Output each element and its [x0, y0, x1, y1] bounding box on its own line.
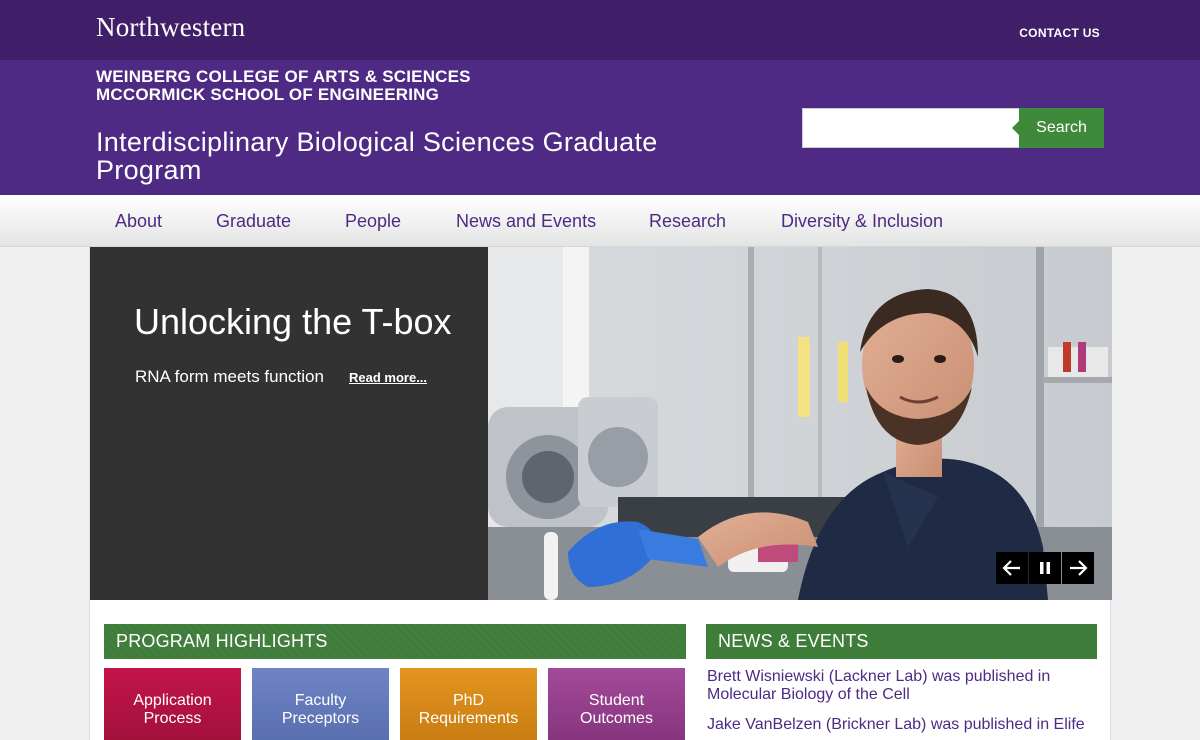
- tile-label-line: Requirements: [418, 710, 519, 727]
- school-weinberg[interactable]: WEINBERG COLLEGE OF ARTS & SCIENCES: [96, 68, 471, 86]
- main-nav: About Graduate People News and Events Re…: [0, 195, 1200, 247]
- news-item-link[interactable]: Brett Wisniewski (Lackner Lab) was publi…: [707, 668, 1102, 704]
- tile-label-line: Preceptors: [281, 710, 360, 727]
- tile-label-line: Process: [143, 710, 202, 727]
- hero-photo-lab-researcher[interactable]: [488, 247, 1112, 600]
- hero-caption-panel: Unlocking the T-box RNA form meets funct…: [90, 247, 488, 600]
- top-bar: Northwestern CONTACT US: [0, 0, 1200, 60]
- site-header: WEINBERG COLLEGE OF ARTS & SCIENCES MCCO…: [0, 60, 1200, 195]
- tile-label-line: Outcomes: [580, 710, 653, 727]
- tile-application-process[interactable]: Application Process: [104, 668, 241, 740]
- nav-item-research[interactable]: Research: [649, 211, 726, 232]
- slideshow-controls: [996, 552, 1095, 584]
- school-mccormick[interactable]: MCCORMICK SCHOOL OF ENGINEERING: [96, 86, 439, 104]
- tile-faculty-preceptors[interactable]: Faculty Preceptors: [252, 668, 389, 740]
- tile-label-line: Student: [588, 692, 645, 709]
- search-input[interactable]: [802, 108, 1020, 148]
- site-title[interactable]: Interdisciplinary Biological Sciences Gr…: [96, 128, 736, 184]
- contact-us-link[interactable]: CONTACT US: [1019, 26, 1100, 40]
- news-item-link[interactable]: Jake VanBelzen (Brickner Lab) was publis…: [707, 716, 1102, 734]
- program-highlights-heading: PROGRAM HIGHLIGHTS: [104, 624, 686, 659]
- nav-item-people[interactable]: People: [345, 211, 401, 232]
- tile-label-line: PhD: [452, 692, 485, 709]
- news-events-heading: NEWS & EVENTS: [706, 624, 1097, 659]
- pause-icon[interactable]: [1029, 552, 1061, 584]
- main-content: Unlocking the T-box RNA form meets funct…: [89, 247, 1112, 740]
- tile-student-outcomes[interactable]: Student Outcomes: [548, 668, 685, 740]
- search-button[interactable]: Search: [1012, 108, 1104, 148]
- arrow-left-icon[interactable]: [996, 552, 1028, 584]
- nav-item-graduate[interactable]: Graduate: [216, 211, 291, 232]
- nav-item-diversity-inclusion[interactable]: Diversity & Inclusion: [781, 211, 943, 232]
- hero-slideshow: Unlocking the T-box RNA form meets funct…: [90, 247, 1112, 600]
- read-more-link[interactable]: Read more...: [349, 370, 427, 385]
- hero-subtitle: RNA form meets function: [135, 367, 324, 386]
- northwestern-logo[interactable]: Northwestern: [96, 12, 245, 43]
- tile-label-line: Faculty: [294, 692, 347, 709]
- nav-item-about[interactable]: About: [115, 211, 162, 232]
- tile-phd-requirements[interactable]: PhD Requirements: [400, 668, 537, 740]
- hero-title: Unlocking the T-box: [134, 301, 452, 342]
- arrow-right-icon[interactable]: [1062, 552, 1094, 584]
- nav-item-news-and-events[interactable]: News and Events: [456, 211, 596, 232]
- tile-label-line: Application: [133, 692, 212, 709]
